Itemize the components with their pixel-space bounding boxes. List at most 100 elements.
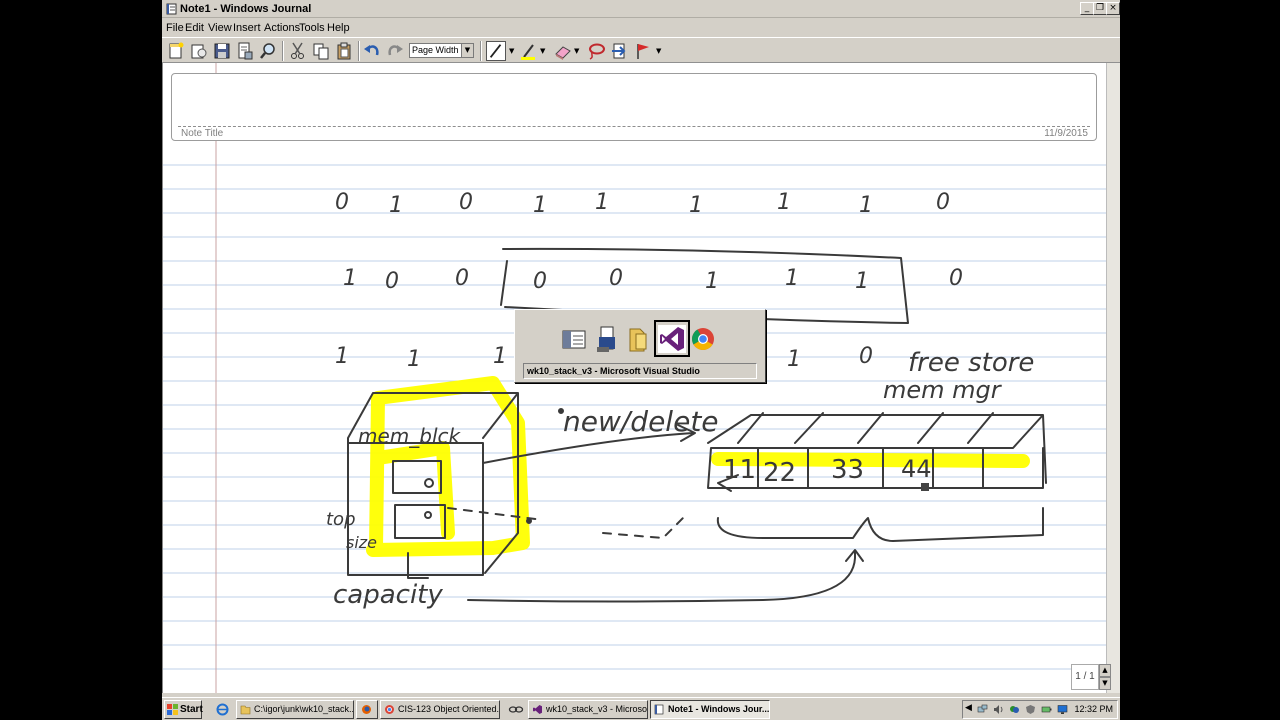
print-icon[interactable] [235,41,255,61]
visual-studio-icon [533,705,542,714]
close-button[interactable]: × [1106,2,1120,15]
capacity-arrow [467,549,864,603]
new-note-icon[interactable] [166,41,186,61]
cell-value-3: 33 [831,455,864,485]
volume-icon[interactable] [993,704,1004,715]
ink-digit: 1 [705,269,719,294]
switcher-caption: wk10_stack_v3 - Microsoft Visual Studio [523,363,757,379]
eraser-icon[interactable] [553,41,573,61]
paste-icon[interactable] [334,41,354,61]
insert-space-icon[interactable] [610,41,630,61]
page-nav: ▲ ▼ [1099,664,1111,690]
journal-app-icon[interactable] [558,323,590,355]
find-icon[interactable] [258,41,278,61]
chat-icon[interactable] [1009,704,1020,715]
note-title-label: Note Title [181,128,224,139]
minimize-button[interactable]: _ [1080,2,1094,15]
shield-icon[interactable] [1025,704,1036,715]
menu-bar: File Edit View Insert Actions Tools Help [162,19,1120,37]
window-title: Note1 - Windows Journal [180,3,312,15]
taskbar-button-visual-studio[interactable]: wk10_stack_v3 - Microso... [528,700,648,719]
cell-value-2: 22 [763,458,796,488]
ink-cursor [921,483,929,491]
expand-icon[interactable]: ◀ [965,703,972,713]
chevron-down-icon[interactable]: ▼ [461,44,473,57]
page-count: 1 / 1 [1071,664,1099,690]
binary-row-2: 1 0 0 0 0 1 1 1 0 [343,266,963,294]
power-icon[interactable] [1041,704,1052,715]
title-bar[interactable]: Note1 - Windows Journal _ ❐ × [162,0,1120,18]
folder-icon[interactable] [622,323,654,355]
taskbar-button-journal[interactable]: Note1 - Windows Jour... [650,700,770,719]
save-icon[interactable] [212,41,232,61]
menu-view[interactable]: View [208,22,232,34]
pen-dropdown-icon[interactable]: ▼ [509,47,514,55]
prev-page-button[interactable]: ▲ [1099,664,1111,677]
link-icon[interactable] [508,703,524,716]
mem-mgr-label: mem mgr [883,376,1003,404]
copy-icon[interactable] [311,41,331,61]
toolbar-separator [480,41,482,61]
next-page-button[interactable]: ▼ [1099,677,1111,690]
start-button[interactable]: Start [164,700,203,719]
toolbar-separator [358,41,360,61]
vertical-scrollbar[interactable] [1106,63,1120,693]
journal-app-icon [166,3,177,15]
chrome-icon[interactable] [687,323,719,355]
cut-icon[interactable] [288,41,308,61]
toolbar-separator [282,41,284,61]
note-date: 11/9/2015 [1044,128,1088,139]
ink-digit: 1 [595,190,609,215]
clock[interactable]: 12:32 PM [1074,704,1113,714]
menu-file[interactable]: File [166,22,184,34]
ink-digit: 1 [407,347,421,372]
ink-digit: 1 [777,190,791,215]
undo-icon[interactable] [362,41,382,61]
redo-icon[interactable] [385,41,405,61]
lasso-icon[interactable] [586,41,606,61]
network-icon[interactable] [977,704,988,715]
windows-flag-icon [167,704,178,715]
journal-window: Note1 - Windows Journal _ ❐ × File Edit … [162,0,1120,720]
highlighter-dropdown-icon[interactable]: ▼ [540,47,545,55]
ie-icon[interactable] [216,703,229,716]
start-label: Start [180,704,203,715]
toolbar: Page Width ▼ ▼ ▼ ▼ ▼ [162,37,1120,63]
highlighter-icon[interactable] [519,41,539,61]
taskbar-button-explorer[interactable]: C:\igor\junk\wk10_stack... [236,700,354,719]
menu-help[interactable]: Help [327,22,350,34]
ink-digit: 1 [785,266,799,291]
cell-value-1: 11 [723,455,756,485]
ink-digit: 0 [533,269,547,294]
menu-tools[interactable]: Tools [299,22,325,34]
menu-actions[interactable]: Actions [264,22,300,34]
mem-blck-label: mem_blck [358,424,462,448]
chrome-icon [385,705,394,714]
open-icon[interactable] [189,41,209,61]
flag-icon[interactable] [633,41,653,61]
switcher-selection [654,320,690,357]
folder-icon [240,705,251,715]
display-icon[interactable] [1057,704,1068,715]
journal-viewer-icon[interactable] [591,323,623,355]
taskbar-button-chrome[interactable]: CIS-123 Object Oriented... [380,700,500,719]
journal-icon [654,704,664,715]
zoom-select[interactable]: Page Width ▼ [409,43,474,58]
menu-insert[interactable]: Insert [233,22,261,34]
taskbar-button-firefox[interactable] [356,700,378,719]
ink-digit: 0 [335,190,349,215]
top-label: top [326,509,356,530]
ink-digit: 1 [335,344,349,369]
capacity-label: capacity [333,580,443,610]
title-divider [178,126,1090,127]
firefox-icon [362,705,371,714]
note-title-box[interactable]: Note Title 11/9/2015 [171,73,1097,141]
system-tray: ◀ 12:32 PM [962,700,1118,719]
pen-icon[interactable] [486,41,506,61]
ink-digit: 0 [385,269,399,294]
eraser-dropdown-icon[interactable]: ▼ [574,47,579,55]
restore-button[interactable]: ❐ [1093,2,1107,15]
menu-edit[interactable]: Edit [185,22,204,34]
new-delete-label: new/delete [563,405,719,438]
flag-dropdown-icon[interactable]: ▼ [656,47,661,55]
